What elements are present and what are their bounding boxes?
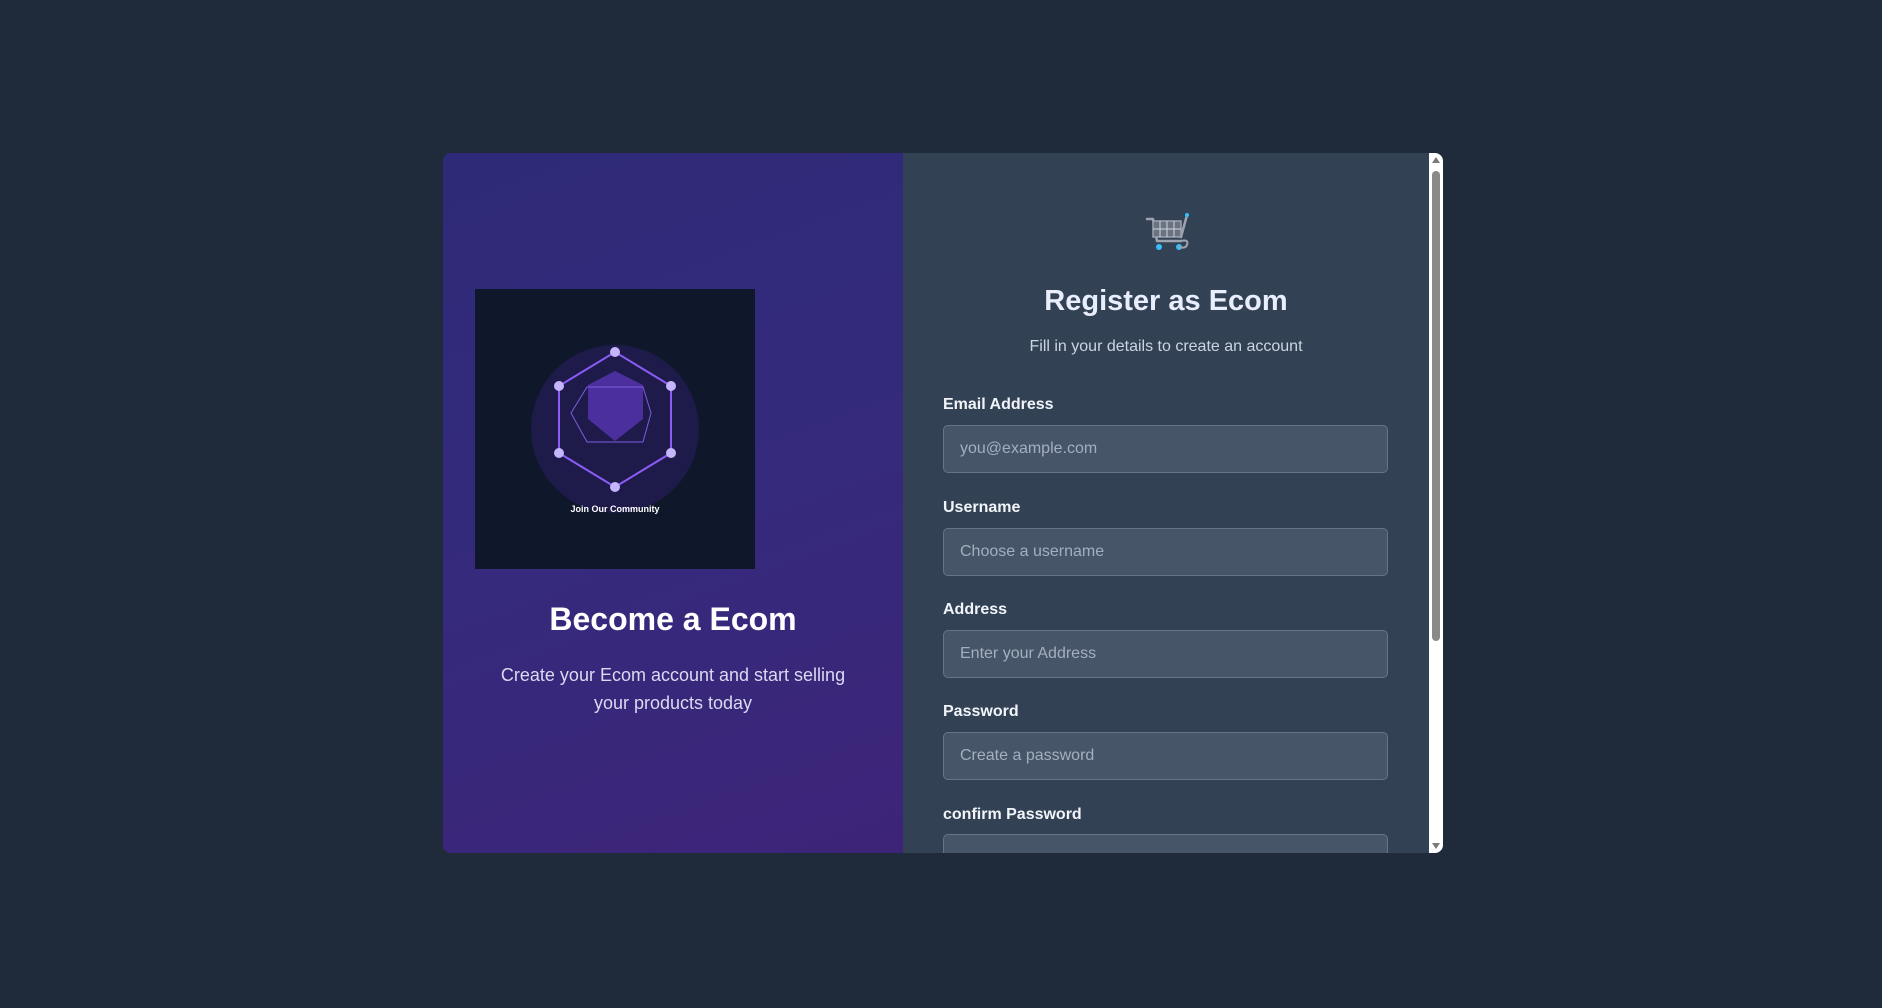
- password-field[interactable]: [943, 732, 1388, 780]
- confirm-password-label: confirm Password: [943, 806, 1082, 823]
- form-subtitle: Fill in your details to create an accoun…: [1029, 338, 1303, 355]
- username-label: Username: [943, 499, 1021, 516]
- scroll-up-arrow-icon[interactable]: [1432, 157, 1440, 163]
- community-illustration: Join Our Community: [475, 289, 755, 569]
- promo-title: Become a Ecom: [549, 601, 797, 637]
- scroll-thumb[interactable]: [1432, 171, 1440, 641]
- address-label: Address: [943, 601, 1008, 618]
- email-label: Email Address: [943, 396, 1054, 413]
- network-hexagon-icon: Join Our Community: [531, 345, 699, 514]
- registration-card: Join Our Community Become a Ecom Create …: [443, 153, 1443, 853]
- form-scrollbar[interactable]: [1429, 153, 1443, 853]
- password-label: Password: [943, 703, 1019, 720]
- confirm-password-field[interactable]: [943, 834, 1388, 853]
- promo-description: Create your Ecom account and start selli…: [500, 665, 846, 713]
- scroll-down-arrow-icon[interactable]: [1432, 843, 1440, 849]
- shopping-cart-icon: [1143, 209, 1191, 257]
- form-title: Register as Ecom: [1044, 285, 1288, 317]
- username-field[interactable]: [943, 528, 1388, 576]
- email-field[interactable]: [943, 425, 1388, 473]
- illustration-caption: Join Our Community: [570, 504, 659, 514]
- promo-panel: Join Our Community Become a Ecom Create …: [443, 153, 903, 853]
- registration-form: Register as Ecom Fill in your details to…: [903, 153, 1443, 853]
- address-field[interactable]: [943, 630, 1388, 678]
